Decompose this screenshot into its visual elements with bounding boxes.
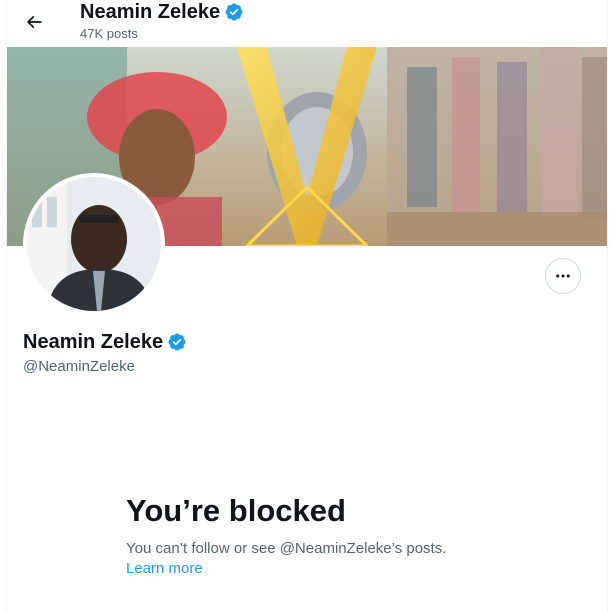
- back-button[interactable]: [17, 5, 51, 39]
- more-horizontal-icon: [556, 274, 570, 278]
- learn-more-link[interactable]: Learn more: [126, 559, 486, 579]
- profile-name-row: Neamin Zeleke: [23, 330, 187, 354]
- blocked-title: You’re blocked: [126, 493, 346, 528]
- posts-count: 47K posts: [80, 26, 138, 41]
- header-title: Neamin Zeleke: [80, 1, 221, 23]
- verified-badge-icon[interactable]: [167, 332, 187, 352]
- blocked-description: You can’t follow or see @NeaminZeleke’s …: [126, 540, 447, 557]
- profile-avatar-button[interactable]: [23, 173, 165, 315]
- profile-name: Neamin Zeleke: [23, 331, 164, 353]
- top-bar: Neamin Zeleke 47K posts: [7, 0, 607, 47]
- header-title-row: Neamin Zeleke: [80, 0, 244, 24]
- more-options-button[interactable]: [545, 258, 581, 294]
- profile-handle: @NeaminZeleke: [23, 358, 135, 375]
- verified-badge-icon: [225, 3, 243, 21]
- avatar: [27, 177, 161, 311]
- arrow-left-icon: [26, 15, 42, 29]
- profile-page: Neamin Zeleke 47K posts Neamin Zeleke @N…: [6, 0, 608, 611]
- blocked-notice: You’re blocked You can’t follow or see @…: [126, 493, 486, 579]
